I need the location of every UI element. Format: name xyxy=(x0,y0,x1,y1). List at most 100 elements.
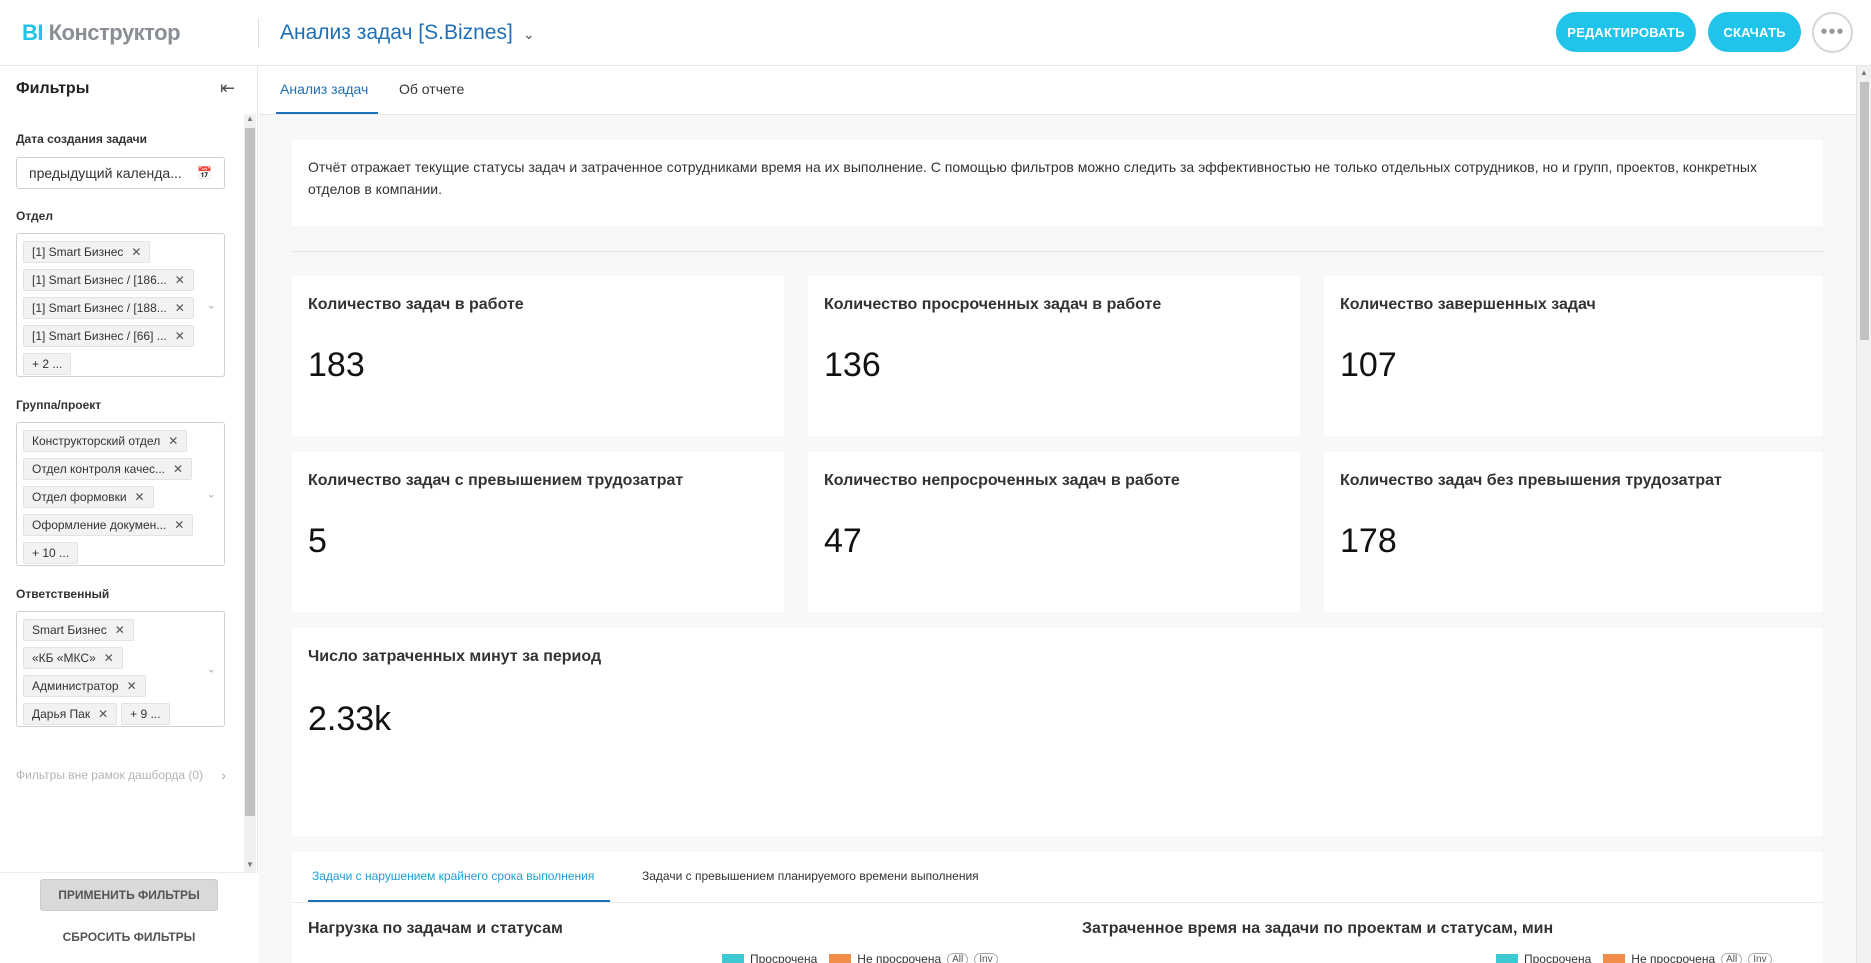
kpi-card: Количество завершенных задач 107 xyxy=(1324,276,1823,436)
edit-button[interactable]: РЕДАКТИРОВАТЬ xyxy=(1556,12,1696,52)
more-tags[interactable]: + 9 ... xyxy=(121,703,170,725)
filter-tag[interactable]: Отдел формовки ✕ xyxy=(23,486,154,508)
close-icon[interactable]: ✕ xyxy=(173,462,183,476)
filter-tag[interactable]: [1] Smart Бизнес / [186... ✕ xyxy=(23,269,194,291)
tag-label: [1] Smart Бизнес / [188... xyxy=(32,301,167,315)
filters-sidebar: Фильтры ⇤ Дата создания задачи предыдущи… xyxy=(0,66,258,963)
legend-item[interactable]: Просрочена xyxy=(1524,952,1591,963)
close-icon[interactable]: ✕ xyxy=(175,301,185,315)
legend-item[interactable]: Просрочена xyxy=(750,952,817,963)
chart-title-spent-time: Затраченное время на задачи по проектам … xyxy=(1082,920,1554,937)
apply-filters-button[interactable]: ПРИМЕНИТЬ ФИЛЬТРЫ xyxy=(40,879,218,911)
legend-invert-button[interactable]: Inv xyxy=(974,952,998,963)
legend-swatch xyxy=(829,954,852,963)
outside-filters-link[interactable]: Фильтры вне рамок дашборда (0) › xyxy=(16,764,226,786)
chart-title-workload: Нагрузка по задачам и статусам xyxy=(308,920,563,937)
legend-invert-button[interactable]: Inv xyxy=(1748,952,1772,963)
close-icon[interactable]: ✕ xyxy=(131,245,141,259)
more-tags[interactable]: + 10 ... xyxy=(23,542,79,564)
tag-label: «КБ «МКС» xyxy=(32,651,96,665)
outside-filters-label: Фильтры вне рамок дашборда (0) xyxy=(16,768,204,782)
responsible-multiselect[interactable]: Smart Бизнес ✕ «КБ «МКС» ✕ Администратор ✕ … xyxy=(16,611,225,727)
scroll-thumb[interactable] xyxy=(245,128,255,816)
kpi-title: Количество задач без превышения трудозат… xyxy=(1340,472,1722,489)
filter-tag[interactable]: [1] Smart Бизнес / [66] ... ✕ xyxy=(23,325,194,347)
chart-legend: Просрочена Не просрочена All Inv xyxy=(722,952,998,963)
filter-tag[interactable]: [1] Smart Бизнес / [188... ✕ xyxy=(23,297,194,319)
chevron-down-icon[interactable]: ⌄ xyxy=(207,299,216,312)
kpi-value: 47 xyxy=(824,522,862,560)
tab-time-overrun[interactable]: Задачи с превышением планируемого времен… xyxy=(642,869,979,883)
legend-item[interactable]: Не просрочена xyxy=(1631,952,1715,963)
chevron-down-icon[interactable]: ⌄ xyxy=(207,488,216,501)
date-filter-input[interactable]: предыдущий календа... 📅 xyxy=(16,157,225,189)
filter-tag[interactable]: Оформление докумен... ✕ xyxy=(23,514,194,536)
report-tabs: Анализ задач Об отчете xyxy=(259,66,1856,115)
date-filter-value: предыдущий календа... xyxy=(29,165,182,181)
tabs-divider xyxy=(292,902,1823,903)
dashboard-title-dropdown[interactable]: Анализ задач [S.Biznes] ⌄ xyxy=(280,21,535,45)
close-icon[interactable]: ✕ xyxy=(168,434,178,448)
tab-about-report[interactable]: Об отчете xyxy=(399,81,464,97)
app-logo[interactable]: BI Конструктор xyxy=(22,20,181,46)
kpi-card: Количество непросроченных задач в работе… xyxy=(808,452,1300,612)
responsible-filter-label: Ответственный xyxy=(16,587,110,601)
chevron-down-icon[interactable]: ⌄ xyxy=(207,663,216,676)
tab-task-analysis[interactable]: Анализ задач xyxy=(280,81,368,97)
scroll-up-icon[interactable]: ▲ xyxy=(1860,68,1868,77)
kpi-value: 136 xyxy=(824,346,881,384)
main-scrollbar[interactable]: ▲ xyxy=(1856,66,1871,963)
filter-tag[interactable]: «КБ «МКС» ✕ xyxy=(23,647,123,669)
close-icon[interactable]: ✕ xyxy=(127,679,137,693)
kpi-value: 5 xyxy=(308,522,327,560)
scroll-down-icon[interactable]: ▼ xyxy=(246,860,254,869)
close-icon[interactable]: ✕ xyxy=(104,651,114,665)
legend-all-button[interactable]: All xyxy=(947,952,969,963)
legend-item[interactable]: Не просрочена xyxy=(857,952,941,963)
sidebar-footer: ПРИМЕНИТЬ ФИЛЬТРЫ СБРОСИТЬ ФИЛЬТРЫ xyxy=(0,872,258,963)
close-icon[interactable]: ✕ xyxy=(135,490,145,504)
department-filter-label: Отдел xyxy=(16,209,53,223)
more-options-icon[interactable]: ••• xyxy=(1812,12,1853,53)
tag-label: Оформление докумен... xyxy=(32,518,167,532)
section-divider xyxy=(292,251,1823,252)
kpi-title: Количество завершенных задач xyxy=(1340,296,1596,313)
department-multiselect[interactable]: [1] Smart Бизнес ✕ [1] Smart Бизнес / [18… xyxy=(16,233,225,377)
scroll-thumb[interactable] xyxy=(1860,82,1869,340)
legend-swatch xyxy=(1603,954,1626,963)
download-button[interactable]: СКАЧАТЬ xyxy=(1708,12,1801,52)
kpi-title: Количество непросроченных задач в работе xyxy=(824,472,1180,489)
tag-label: Конструкторский отдел xyxy=(32,434,161,448)
legend-all-button[interactable]: All xyxy=(1721,952,1743,963)
filter-tag[interactable]: Администратор ✕ xyxy=(23,675,146,697)
scroll-up-icon[interactable]: ▲ xyxy=(246,114,254,123)
kpi-card-minutes: Число затраченных минут за период 2.33k xyxy=(292,628,1823,836)
tag-label: Отдел контроля качес... xyxy=(32,462,165,476)
kpi-title: Количество просроченных задач в работе xyxy=(824,296,1162,313)
tag-label: [1] Smart Бизнес / [186... xyxy=(32,273,167,287)
sidebar-scrollbar[interactable]: ▲ ▼ xyxy=(244,114,256,872)
tab-deadline-violations[interactable]: Задачи с нарушением крайнего срока выпол… xyxy=(312,869,594,883)
kpi-title: Число затраченных минут за период xyxy=(308,648,602,665)
more-tags[interactable]: + 2 ... xyxy=(23,353,72,375)
kpi-value: 2.33k xyxy=(308,700,392,738)
filter-tag[interactable]: Конструкторский отдел ✕ xyxy=(23,430,188,452)
tag-label: Администратор xyxy=(32,679,119,693)
filter-tag[interactable]: Отдел контроля качес... ✕ xyxy=(23,458,193,480)
close-icon[interactable]: ✕ xyxy=(174,518,184,532)
calendar-icon: 📅 xyxy=(197,166,212,180)
close-icon[interactable]: ✕ xyxy=(98,707,108,721)
tag-label: Smart Бизнес xyxy=(32,623,107,637)
filter-tag[interactable]: [1] Smart Бизнес ✕ xyxy=(23,241,151,263)
charts-card: Задачи с нарушением крайнего срока выпол… xyxy=(292,852,1823,963)
close-icon[interactable]: ✕ xyxy=(115,623,125,637)
reset-filters-button[interactable]: СБРОСИТЬ ФИЛЬТРЫ xyxy=(40,921,218,953)
close-icon[interactable]: ✕ xyxy=(175,329,185,343)
collapse-sidebar-icon[interactable]: ⇤ xyxy=(220,78,235,99)
logo-bi: BI xyxy=(22,20,44,45)
filter-tag[interactable]: Smart Бизнес ✕ xyxy=(23,619,134,641)
close-icon[interactable]: ✕ xyxy=(175,273,185,287)
group-filter-label: Группа/проект xyxy=(16,398,102,412)
filter-tag[interactable]: Дарья Пак ✕ xyxy=(23,703,118,725)
group-multiselect[interactable]: Конструкторский отдел ✕ Отдел контроля ка… xyxy=(16,422,225,566)
